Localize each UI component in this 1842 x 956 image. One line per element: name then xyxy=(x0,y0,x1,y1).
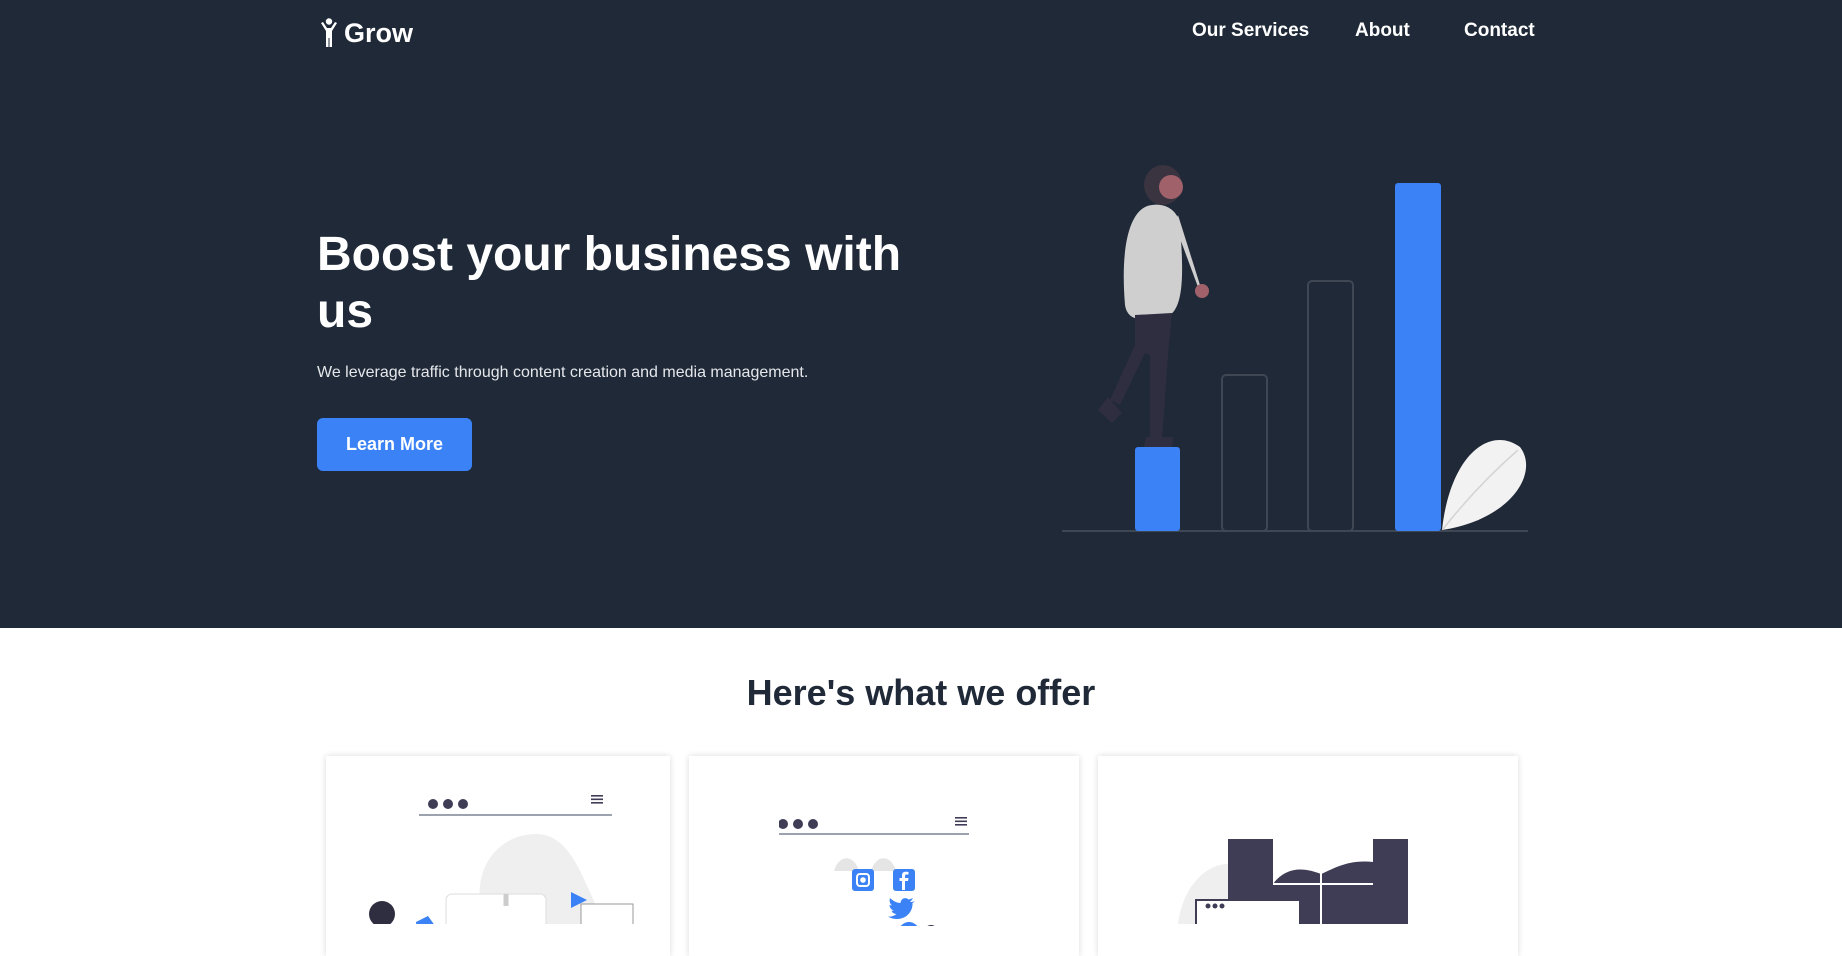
nav-link-contact[interactable]: Contact xyxy=(1464,20,1535,42)
hero-title: Boost your business with us xyxy=(317,228,902,338)
facebook-icon xyxy=(893,869,915,891)
offer-section-title: Here's what we offer xyxy=(746,672,1096,713)
service-card-media xyxy=(1098,756,1518,956)
growth-chart-illustration xyxy=(1062,165,1528,532)
hero-section: Grow Our Services About Contact Boost yo… xyxy=(0,0,1842,628)
brand-name: Grow xyxy=(344,17,414,48)
service-card-content xyxy=(326,756,670,956)
menu-icon xyxy=(591,795,603,804)
menu-icon xyxy=(955,817,967,826)
person-logo-icon xyxy=(321,18,337,47)
learn-more-button[interactable]: Learn More xyxy=(317,418,472,471)
service-card-social xyxy=(689,756,1079,956)
brand-logo[interactable]: Grow xyxy=(320,16,413,50)
nav-link-about[interactable]: About xyxy=(1355,20,1410,42)
instagram-icon xyxy=(852,869,874,891)
hero-subtitle: We leverage traffic through content crea… xyxy=(317,364,809,381)
twitter-icon xyxy=(888,898,915,919)
nav-link-our-services[interactable]: Our Services xyxy=(1192,20,1309,42)
play-icon xyxy=(571,892,587,908)
media-management-illustration xyxy=(1178,834,1408,924)
social-media-illustration xyxy=(779,819,969,926)
